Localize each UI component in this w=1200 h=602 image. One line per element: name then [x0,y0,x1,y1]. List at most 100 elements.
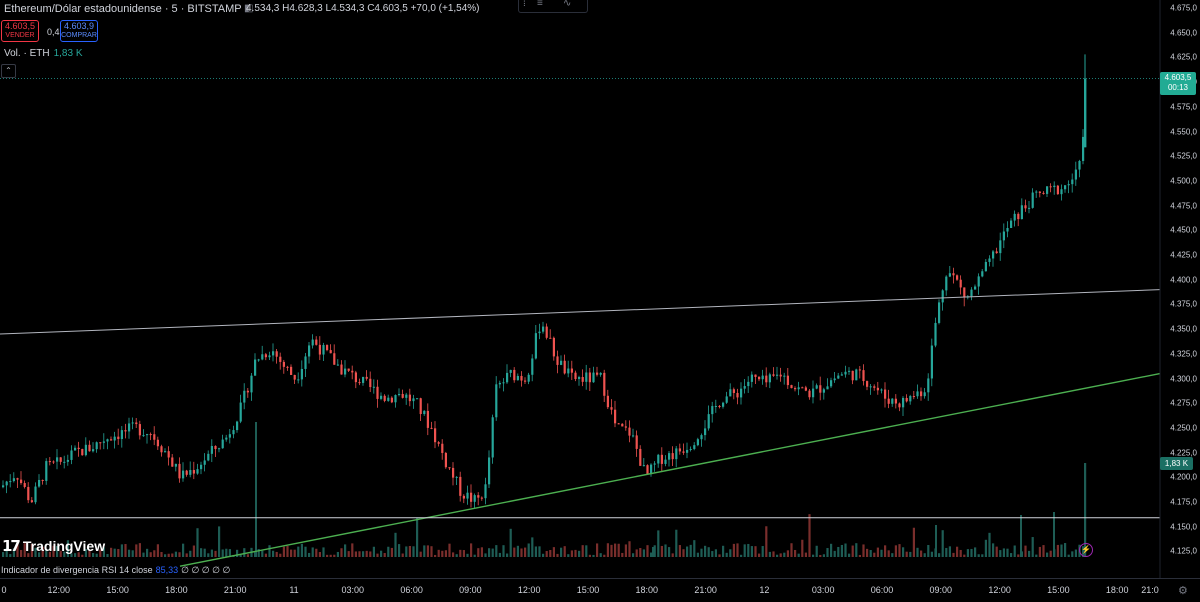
candle-body [833,378,836,381]
settings-gear-icon[interactable]: ⚙ [1178,584,1188,597]
volume-bar [412,546,415,557]
candle-body [570,368,573,373]
candle-body [830,380,833,387]
volume-bar [689,544,692,557]
candle-body [444,452,447,468]
candle-body [722,402,725,407]
candles [2,54,1087,509]
volume-bar [333,554,336,557]
volume-bar [329,554,332,557]
candle-body [610,407,613,410]
volume-label: Vol. · ETH [4,48,50,59]
candle-body [678,448,681,452]
volume-bar [225,548,228,557]
time-tick: 06:00 [870,585,894,595]
candle-body [617,423,620,425]
candle-body [164,451,167,453]
candle-body [1024,205,1027,209]
volume-bar [308,552,311,557]
candle-body [5,481,8,486]
candle-body [340,364,343,375]
volume-bar [556,553,559,557]
settings-sliders-icon[interactable]: ≡ [537,0,543,9]
price-chart[interactable] [0,0,1200,601]
volume-bar [214,550,217,557]
volume-bar [430,546,433,557]
candle-body [855,369,858,381]
volume-bar [110,547,113,557]
volume-bar [905,551,908,557]
candle-body [621,423,624,427]
candle-body [488,457,491,485]
candle-body [1067,184,1070,186]
candle-body [56,457,59,462]
volume-bar [318,552,321,557]
current-price-tag: 4.603,5 00:13 [1160,72,1196,95]
trend-icon[interactable]: ∿ [563,0,571,9]
volume-bar [1031,537,1034,557]
candle-body [812,388,815,398]
volume-bar [401,553,404,557]
volume-bar [704,545,707,557]
collapse-legend-chevron-icon[interactable]: ⌃ [1,64,16,78]
tradingview-logo[interactable]: 17 TradingView [2,537,105,555]
volume-bar [894,545,897,557]
candle-body [549,337,552,339]
candle-body [250,375,253,393]
grip-icon[interactable]: ⁞ [523,0,526,9]
candle-body [110,439,113,441]
volume-bar [956,546,959,557]
volume-bar [776,554,779,557]
candle-body [480,497,483,499]
candle-body [84,444,87,456]
volume-bar [696,552,699,557]
candle-body [430,427,433,429]
volume-legend[interactable]: Vol. · ETH 1,83 K [4,48,83,59]
volume-bar [686,546,689,557]
bar-countdown: 00:13 [1167,83,1189,92]
spread-value: 0,4 [47,27,60,37]
volume-bar [1074,549,1077,557]
candle-body [405,394,408,398]
volume-bar [999,550,1002,557]
volume-bar [1056,544,1059,557]
volume-bar [506,553,509,557]
candle-body [401,393,404,398]
candle-body [106,439,109,442]
volume-bar [632,553,635,557]
rsi-indicator-legend[interactable]: Indicador de divergencia RSI 14 close 85,… [1,565,230,576]
candle-body [315,339,318,345]
volume-bar [959,549,962,557]
time-axis[interactable]: 0 12:00 15:00 18:00 21:00 11 03:00 06:00 09:00 12… [0,578,1200,602]
alert-bolt-icon[interactable]: ⚡ [1079,543,1093,557]
volume-bar [347,551,350,557]
volume-bar [977,554,980,557]
candle-body [239,402,242,422]
candle-body [275,351,278,357]
candle-body [192,470,195,474]
candle-body [801,387,804,389]
volume-bar [336,551,339,557]
symbol-title[interactable]: Ethereum/Dólar estadounidense · 5 · BITS… [4,3,242,15]
candle-body [63,461,66,463]
ohlc-values: 4.534,3 H4.628,3 L4.534,3 C4.603,5 +70,0… [246,3,480,14]
candle-body [383,395,386,401]
candle-body [808,390,811,398]
volume-bar [812,554,815,557]
candle-body [380,395,383,399]
volume-bar [527,543,530,557]
volume-bar [142,552,145,557]
volume-bar [995,546,998,557]
time-tick: 21:0 [1141,585,1159,595]
buy-button[interactable]: 4.603,9 COMPRAR [60,20,98,42]
volume-bar [1049,550,1052,557]
volume-bar [725,552,728,557]
candle-body [354,372,357,383]
sell-button[interactable]: 4.603,5 VENDER [1,20,39,42]
time-tick: 09:00 [929,585,953,595]
price-tick: 4.175,0 [1170,497,1197,507]
volume-bar [315,548,318,557]
candle-body [916,391,919,397]
candle-body [923,392,926,397]
volume-bar [880,549,883,557]
